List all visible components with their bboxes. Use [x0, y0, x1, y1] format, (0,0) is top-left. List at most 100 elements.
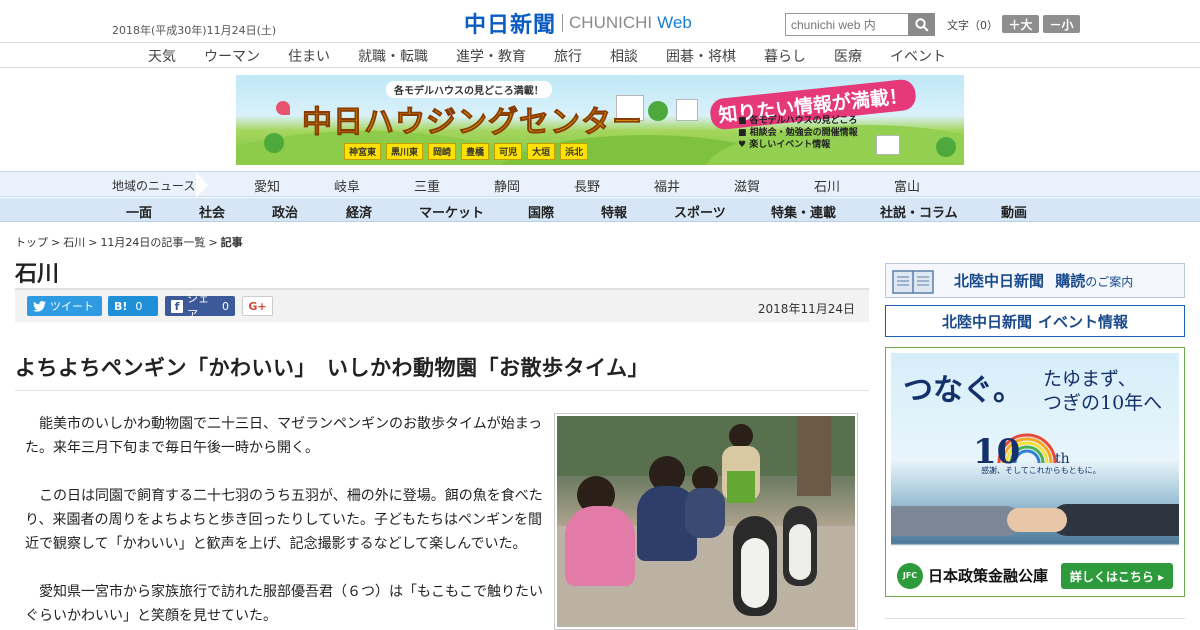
- banner-city: 可児: [494, 143, 523, 160]
- section-economy[interactable]: 経済: [346, 202, 372, 221]
- jfc-ad-image: つなぐ。 たゆまず、 つぎの10年へ 10 th 感謝、そしてこれからもともに。…: [891, 353, 1179, 591]
- banner-tree: [264, 133, 284, 153]
- category-jobs[interactable]: 就職・転職: [358, 46, 428, 66]
- banner-city: 神宮東: [344, 143, 382, 160]
- category-travel[interactable]: 旅行: [554, 46, 582, 66]
- font-size-large-button[interactable]: ＋大: [1002, 15, 1039, 33]
- breadcrumb-separator: >: [88, 236, 98, 249]
- banner-title: 中日ハウジングセンター: [302, 105, 643, 141]
- region-nav-label: 地域のニュース: [112, 179, 196, 193]
- jfc-advertisement[interactable]: つなぐ。 たゆまず、 つぎの10年へ 10 th 感謝、そしてこれからもともに。…: [885, 347, 1185, 597]
- banner-house: [876, 135, 900, 155]
- section-features[interactable]: 特集・連載: [771, 202, 836, 221]
- breadcrumb: トップ > 石川 >11月24日の記事一覧 > 記事: [15, 234, 243, 250]
- google-plus-button[interactable]: G+: [242, 296, 273, 316]
- region-aichi[interactable]: 愛知: [254, 176, 280, 195]
- jfc-footer: JFC 日本政策金融公庫 詳しくはこちら ▸: [891, 556, 1179, 591]
- font-size-small-button[interactable]: －小: [1043, 15, 1080, 33]
- search-button[interactable]: [908, 13, 935, 36]
- article-photo[interactable]: [554, 413, 858, 630]
- region-nav-arrow: [196, 172, 208, 198]
- photo-green-bag: [727, 471, 755, 503]
- event-info-banner[interactable]: 北陸中日新聞 イベント情報: [885, 305, 1185, 337]
- banner-city: 豊橋: [461, 143, 490, 160]
- banner-city: 浜北: [560, 143, 589, 160]
- page-section-title: 石川: [15, 262, 60, 287]
- facebook-share-button[interactable]: f シェア 0: [165, 292, 235, 321]
- housing-center-banner[interactable]: 各モデルハウスの見どころ満載！ 中日ハウジングセンター 知りたい情報が満載！ ■…: [236, 75, 964, 165]
- hatena-bookmark-button[interactable]: B! 0: [108, 296, 158, 316]
- tweet-button[interactable]: ツイート: [27, 296, 102, 316]
- subscribe-banner[interactable]: 北陸中日新聞 購読のご案内: [885, 263, 1185, 298]
- region-fukui[interactable]: 福井: [654, 176, 680, 195]
- region-shizuoka[interactable]: 静岡: [494, 176, 520, 195]
- banner-feature-item: ■ 相談会・勉強会の開催情報: [738, 128, 858, 138]
- event-paper-name: 北陸中日新聞: [941, 312, 1032, 331]
- search-input[interactable]: [785, 13, 908, 36]
- banner-tree: [648, 101, 668, 121]
- region-ishikawa[interactable]: 石川: [814, 176, 840, 195]
- font-size-label: 文字（0）: [947, 19, 998, 32]
- search-icon: [914, 17, 929, 32]
- newspaper-book-icon: [886, 264, 940, 297]
- facebook-share-label: シェア: [187, 292, 210, 321]
- banner-city: 大垣: [527, 143, 556, 160]
- jfc-subheadline: たゆまず、 つぎの10年へ: [1043, 367, 1162, 415]
- breadcrumb-top[interactable]: トップ: [15, 236, 48, 249]
- category-living[interactable]: 暮らし: [764, 46, 806, 66]
- jfc-subheadline-line: つぎの10年へ: [1043, 392, 1163, 414]
- category-nav: 天気 ウーマン 住まい 就職・転職 進学・教育 旅行 相談 囲碁・将棋 暮らし …: [0, 43, 1200, 68]
- hatena-icon: B!: [114, 299, 128, 313]
- banner-city-list: 神宮東 黒川東 岡崎 豊橋 可児 大垣 浜北: [344, 143, 589, 160]
- penguin-photo: [557, 416, 855, 627]
- banner-bird-icon: [276, 101, 290, 115]
- breadcrumb-current: 記事: [220, 236, 243, 249]
- jfc-details-button[interactable]: 詳しくはこちら ▸: [1061, 563, 1173, 589]
- category-go-shogi[interactable]: 囲碁・将棋: [666, 46, 736, 66]
- category-woman[interactable]: ウーマン: [204, 46, 260, 66]
- header-date: 2018年(平成30年)11月24日(土): [112, 24, 277, 37]
- article-paragraph: 能美市のいしかわ動物園で二十三日、マゼランペンギンのお散歩タイムが始まった。来年…: [25, 416, 543, 456]
- region-mie[interactable]: 三重: [414, 176, 440, 195]
- section-special-report[interactable]: 特報: [601, 202, 627, 221]
- logo-web: Web: [657, 13, 692, 32]
- section-sports[interactable]: スポーツ: [674, 202, 726, 221]
- site-search: [785, 13, 935, 36]
- category-education[interactable]: 進学・教育: [456, 46, 526, 66]
- category-events[interactable]: イベント: [890, 46, 946, 66]
- banner-feature-item: ♥ 楽しいイベント情報: [738, 140, 831, 150]
- breadcrumb-date-list[interactable]: 11月24日の記事一覧: [100, 236, 205, 249]
- region-nav: 地域のニュース 愛知 岐阜 三重 静岡 長野 福井 滋賀 石川 富山: [0, 171, 1200, 198]
- section-society[interactable]: 社会: [199, 202, 225, 221]
- twitter-bird-icon: [33, 300, 46, 312]
- hatena-count: 0: [135, 299, 143, 313]
- subscribe-suffix: のご案内: [1085, 275, 1134, 289]
- section-front-page[interactable]: 一面: [126, 202, 152, 221]
- section-video[interactable]: 動画: [1001, 202, 1027, 221]
- category-medical[interactable]: 医療: [834, 46, 862, 66]
- category-consult[interactable]: 相談: [610, 46, 638, 66]
- breadcrumb-ishikawa[interactable]: 石川: [63, 236, 85, 249]
- event-suffix: イベント情報: [1038, 312, 1129, 331]
- jfc-motto: 感謝、そしてこれからもともに。: [981, 466, 1101, 475]
- region-gifu[interactable]: 岐阜: [334, 176, 360, 195]
- site-logo[interactable]: 中日新聞 CHUNICHI Web: [464, 10, 692, 38]
- logo-english: CHUNICHI: [569, 13, 653, 32]
- subscribe-paper-name: 北陸中日新聞: [954, 272, 1045, 290]
- banner-feature-item: ■ 各モデルハウスの見どころ: [738, 116, 858, 126]
- region-toyama[interactable]: 富山: [894, 176, 920, 195]
- region-nagano[interactable]: 長野: [574, 176, 600, 195]
- logo-separator: [562, 14, 564, 32]
- section-politics[interactable]: 政治: [272, 202, 298, 221]
- section-editorial[interactable]: 社説・コラム: [880, 202, 958, 221]
- section-market[interactable]: マーケット: [419, 202, 484, 221]
- category-housing[interactable]: 住まい: [288, 46, 330, 66]
- banner-tagline: 各モデルハウスの見どころ満載！: [386, 81, 552, 98]
- category-weather[interactable]: 天気: [148, 46, 176, 66]
- jfc-logo-icon: JFC: [897, 562, 923, 589]
- banner-house: [676, 99, 698, 121]
- section-international[interactable]: 国際: [528, 202, 554, 221]
- headline-divider: [15, 390, 869, 391]
- region-shiga[interactable]: 滋賀: [734, 176, 760, 195]
- banner-city: 黒川東: [386, 143, 424, 160]
